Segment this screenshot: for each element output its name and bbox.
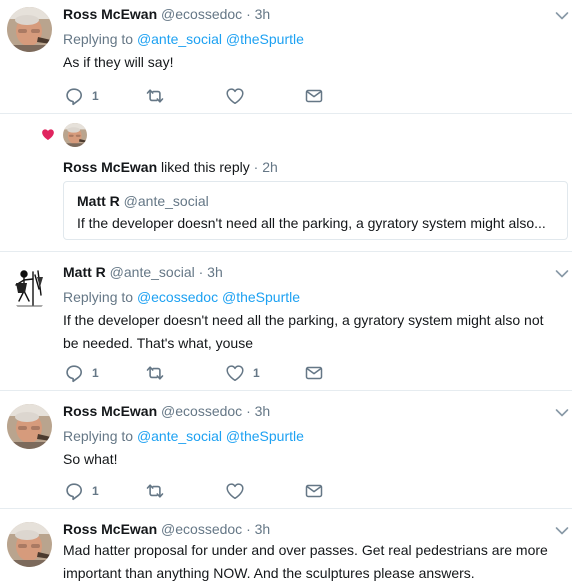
- quoted-text: If the developer doesn't need all the pa…: [77, 215, 546, 231]
- timestamp[interactable]: 3h: [255, 403, 271, 419]
- reply-icon: [64, 86, 84, 106]
- activity-action: liked this reply: [161, 159, 250, 175]
- tweet-text-line: If the developer doesn't need all the pa…: [63, 312, 544, 328]
- message-button[interactable]: [304, 363, 324, 383]
- timestamp[interactable]: 2h: [262, 159, 278, 175]
- reply-icon: [64, 481, 84, 501]
- chevron-down-icon[interactable]: [555, 11, 569, 21]
- like-button[interactable]: [225, 86, 245, 106]
- chevron-down-icon[interactable]: [555, 269, 569, 279]
- replying-prefix: Replying to: [63, 428, 134, 444]
- retweet-button[interactable]: [145, 481, 165, 501]
- activity-text: Ross McEwan liked this reply · 2h: [63, 159, 278, 175]
- replying-to: Replying to @ecossedoc @theSpurtle: [63, 289, 300, 305]
- quoted-header: Matt R @ante_social: [77, 193, 209, 209]
- author-name[interactable]: Ross McEwan: [63, 403, 157, 419]
- timestamp[interactable]: 3h: [207, 264, 223, 280]
- avatar[interactable]: [7, 404, 52, 449]
- separator-dot: ·: [253, 159, 259, 175]
- retweet-icon: [145, 481, 165, 501]
- reply-count: 1: [92, 366, 99, 380]
- reply-icon: [64, 363, 84, 383]
- avatar[interactable]: [63, 123, 87, 147]
- like-button[interactable]: 1: [225, 363, 260, 383]
- quoted-author-handle: @ante_social: [123, 193, 209, 209]
- mention-link[interactable]: @theSpurtle: [222, 289, 300, 305]
- tweet-text: Mad hatter proposal for under and over p…: [63, 539, 563, 585]
- retweet-icon: [145, 86, 165, 106]
- author-handle[interactable]: @ante_social: [110, 264, 195, 280]
- separator-dot: ·: [246, 521, 251, 537]
- tweet-header: Ross McEwan @ecossedoc · 3h: [63, 6, 270, 22]
- retweet-icon: [145, 363, 165, 383]
- like-icon: [225, 86, 245, 106]
- timestamp[interactable]: 3h: [255, 521, 271, 537]
- author-name[interactable]: Matt R: [63, 264, 106, 280]
- divider: [0, 508, 572, 509]
- author-handle[interactable]: @ecossedoc: [161, 521, 242, 537]
- chevron-down-icon[interactable]: [555, 408, 569, 418]
- heart-filled-icon: [42, 129, 54, 140]
- separator-dot: ·: [246, 403, 251, 419]
- divider: [0, 113, 572, 114]
- replying-to: Replying to @ante_social @theSpurtle: [63, 31, 304, 47]
- quoted-author-name: Matt R: [77, 193, 120, 209]
- separator-dot: ·: [198, 264, 204, 280]
- reply-count: 1: [92, 484, 99, 498]
- tweet-text-line: Mad hatter proposal for under and over p…: [63, 542, 548, 558]
- avatar[interactable]: [7, 7, 52, 52]
- avatar[interactable]: [7, 522, 52, 567]
- replying-to: Replying to @ante_social @theSpurtle: [63, 428, 304, 444]
- retweet-button[interactable]: [145, 363, 165, 383]
- reply-button[interactable]: 1: [64, 86, 99, 106]
- tweet-header: Ross McEwan @ecossedoc · 3h: [63, 521, 270, 537]
- tweet-text: So what!: [63, 451, 118, 467]
- reply-count: 1: [92, 89, 99, 103]
- message-button[interactable]: [304, 481, 324, 501]
- quoted-tweet[interactable]: Matt R @ante_social If the developer doe…: [63, 181, 568, 240]
- timestamp[interactable]: 3h: [255, 6, 271, 22]
- reply-button[interactable]: 1: [64, 481, 99, 501]
- tweet-text-line: be needed. That's what, youse: [63, 335, 253, 351]
- message-button[interactable]: [304, 86, 324, 106]
- divider: [0, 390, 572, 391]
- message-icon: [304, 363, 324, 383]
- reply-button[interactable]: 1: [64, 363, 99, 383]
- chevron-down-icon[interactable]: [555, 526, 569, 536]
- avatar[interactable]: [7, 265, 52, 310]
- mention-link[interactable]: @theSpurtle: [226, 428, 304, 444]
- like-button[interactable]: [225, 481, 245, 501]
- tweet-header: Ross McEwan @ecossedoc · 3h: [63, 403, 270, 419]
- separator-dot: ·: [246, 6, 251, 22]
- author-name[interactable]: Ross McEwan: [63, 6, 157, 22]
- message-icon: [304, 481, 324, 501]
- mention-link[interactable]: @theSpurtle: [226, 31, 304, 47]
- mention-link[interactable]: @ante_social: [137, 31, 222, 47]
- replying-prefix: Replying to: [63, 31, 134, 47]
- retweet-button[interactable]: [145, 86, 165, 106]
- like-count: 1: [253, 366, 260, 380]
- author-handle[interactable]: @ecossedoc: [161, 6, 242, 22]
- mention-link[interactable]: @ante_social: [137, 428, 222, 444]
- author-name[interactable]: Ross McEwan: [63, 521, 157, 537]
- tweet-header: Matt R @ante_social · 3h: [63, 264, 223, 280]
- like-icon: [225, 363, 245, 383]
- divider: [0, 251, 572, 252]
- like-icon: [225, 481, 245, 501]
- tweet-text: If the developer doesn't need all the pa…: [63, 309, 563, 355]
- author-handle[interactable]: @ecossedoc: [161, 403, 242, 419]
- mention-link[interactable]: @ecossedoc: [137, 289, 218, 305]
- tweet-text: As if they will say!: [63, 54, 174, 70]
- replying-prefix: Replying to: [63, 289, 134, 305]
- actor-name[interactable]: Ross McEwan: [63, 159, 157, 175]
- message-icon: [304, 86, 324, 106]
